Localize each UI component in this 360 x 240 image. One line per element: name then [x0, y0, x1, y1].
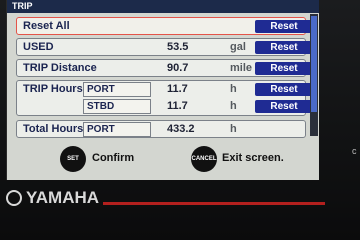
side-text: c [352, 146, 357, 156]
trip-distance-value: 90.7 [167, 62, 189, 74]
trip-distance-unit: mile [230, 62, 253, 74]
used-reset-button[interactable]: Reset [255, 41, 313, 54]
trip-hours-label: TRIP Hours [23, 83, 83, 95]
trip-hours-row: TRIP Hours PORT 11.7 h Reset STBD 11.7 h… [16, 80, 313, 116]
trip-hours-port-label: PORT [83, 82, 151, 97]
cancel-key-icon[interactable]: CANCEL [191, 146, 217, 172]
trip-distance-label: TRIP Distance [23, 62, 97, 74]
screen-footer: SET Confirm CANCEL Exit screen. [7, 140, 319, 180]
total-hours-label: Total Hours [23, 123, 84, 135]
total-hours-unit: h [230, 123, 237, 135]
brand-name: YAMAHA [26, 188, 100, 207]
total-hours-port-label: PORT [83, 122, 151, 137]
total-hours-row: Total Hours PORT 433.2 h [16, 120, 306, 138]
confirm-label: Confirm [92, 152, 135, 164]
trip-hours-port-value: 11.7 [167, 83, 188, 95]
used-label: USED [23, 41, 54, 53]
set-key-icon[interactable]: SET [60, 146, 86, 172]
trip-distance-reset-button[interactable]: Reset [255, 62, 313, 75]
exit-screen-label: Exit screen. [222, 152, 284, 164]
screen-title: TRIP [7, 0, 319, 13]
trip-hours-stbd-label: STBD [83, 99, 151, 114]
used-row: USED 53.5 gal Reset [16, 38, 313, 56]
trip-hours-port-reset-button[interactable]: Reset [255, 83, 313, 96]
trip-hours-port-unit: h [230, 83, 237, 95]
yamaha-logo-icon [6, 190, 22, 206]
scrollbar[interactable] [310, 14, 318, 136]
display-screen: TRIP Reset All Reset USED 53.5 gal Reset… [6, 0, 319, 180]
reset-all-button[interactable]: Reset [255, 20, 313, 33]
trip-hours-stbd-unit: h [230, 100, 237, 112]
reset-all-row[interactable]: Reset All Reset [16, 17, 313, 35]
reset-all-label: Reset All [23, 20, 70, 32]
used-value: 53.5 [167, 41, 189, 53]
trip-hours-stbd-value: 11.7 [167, 100, 188, 112]
trip-distance-row: TRIP Distance 90.7 mile Reset [16, 59, 313, 77]
total-hours-value: 433.2 [167, 123, 195, 135]
trip-hours-stbd-reset-button[interactable]: Reset [255, 100, 313, 113]
red-trim-line [103, 202, 325, 205]
scrollbar-thumb[interactable] [311, 16, 317, 112]
used-unit: gal [230, 41, 246, 53]
